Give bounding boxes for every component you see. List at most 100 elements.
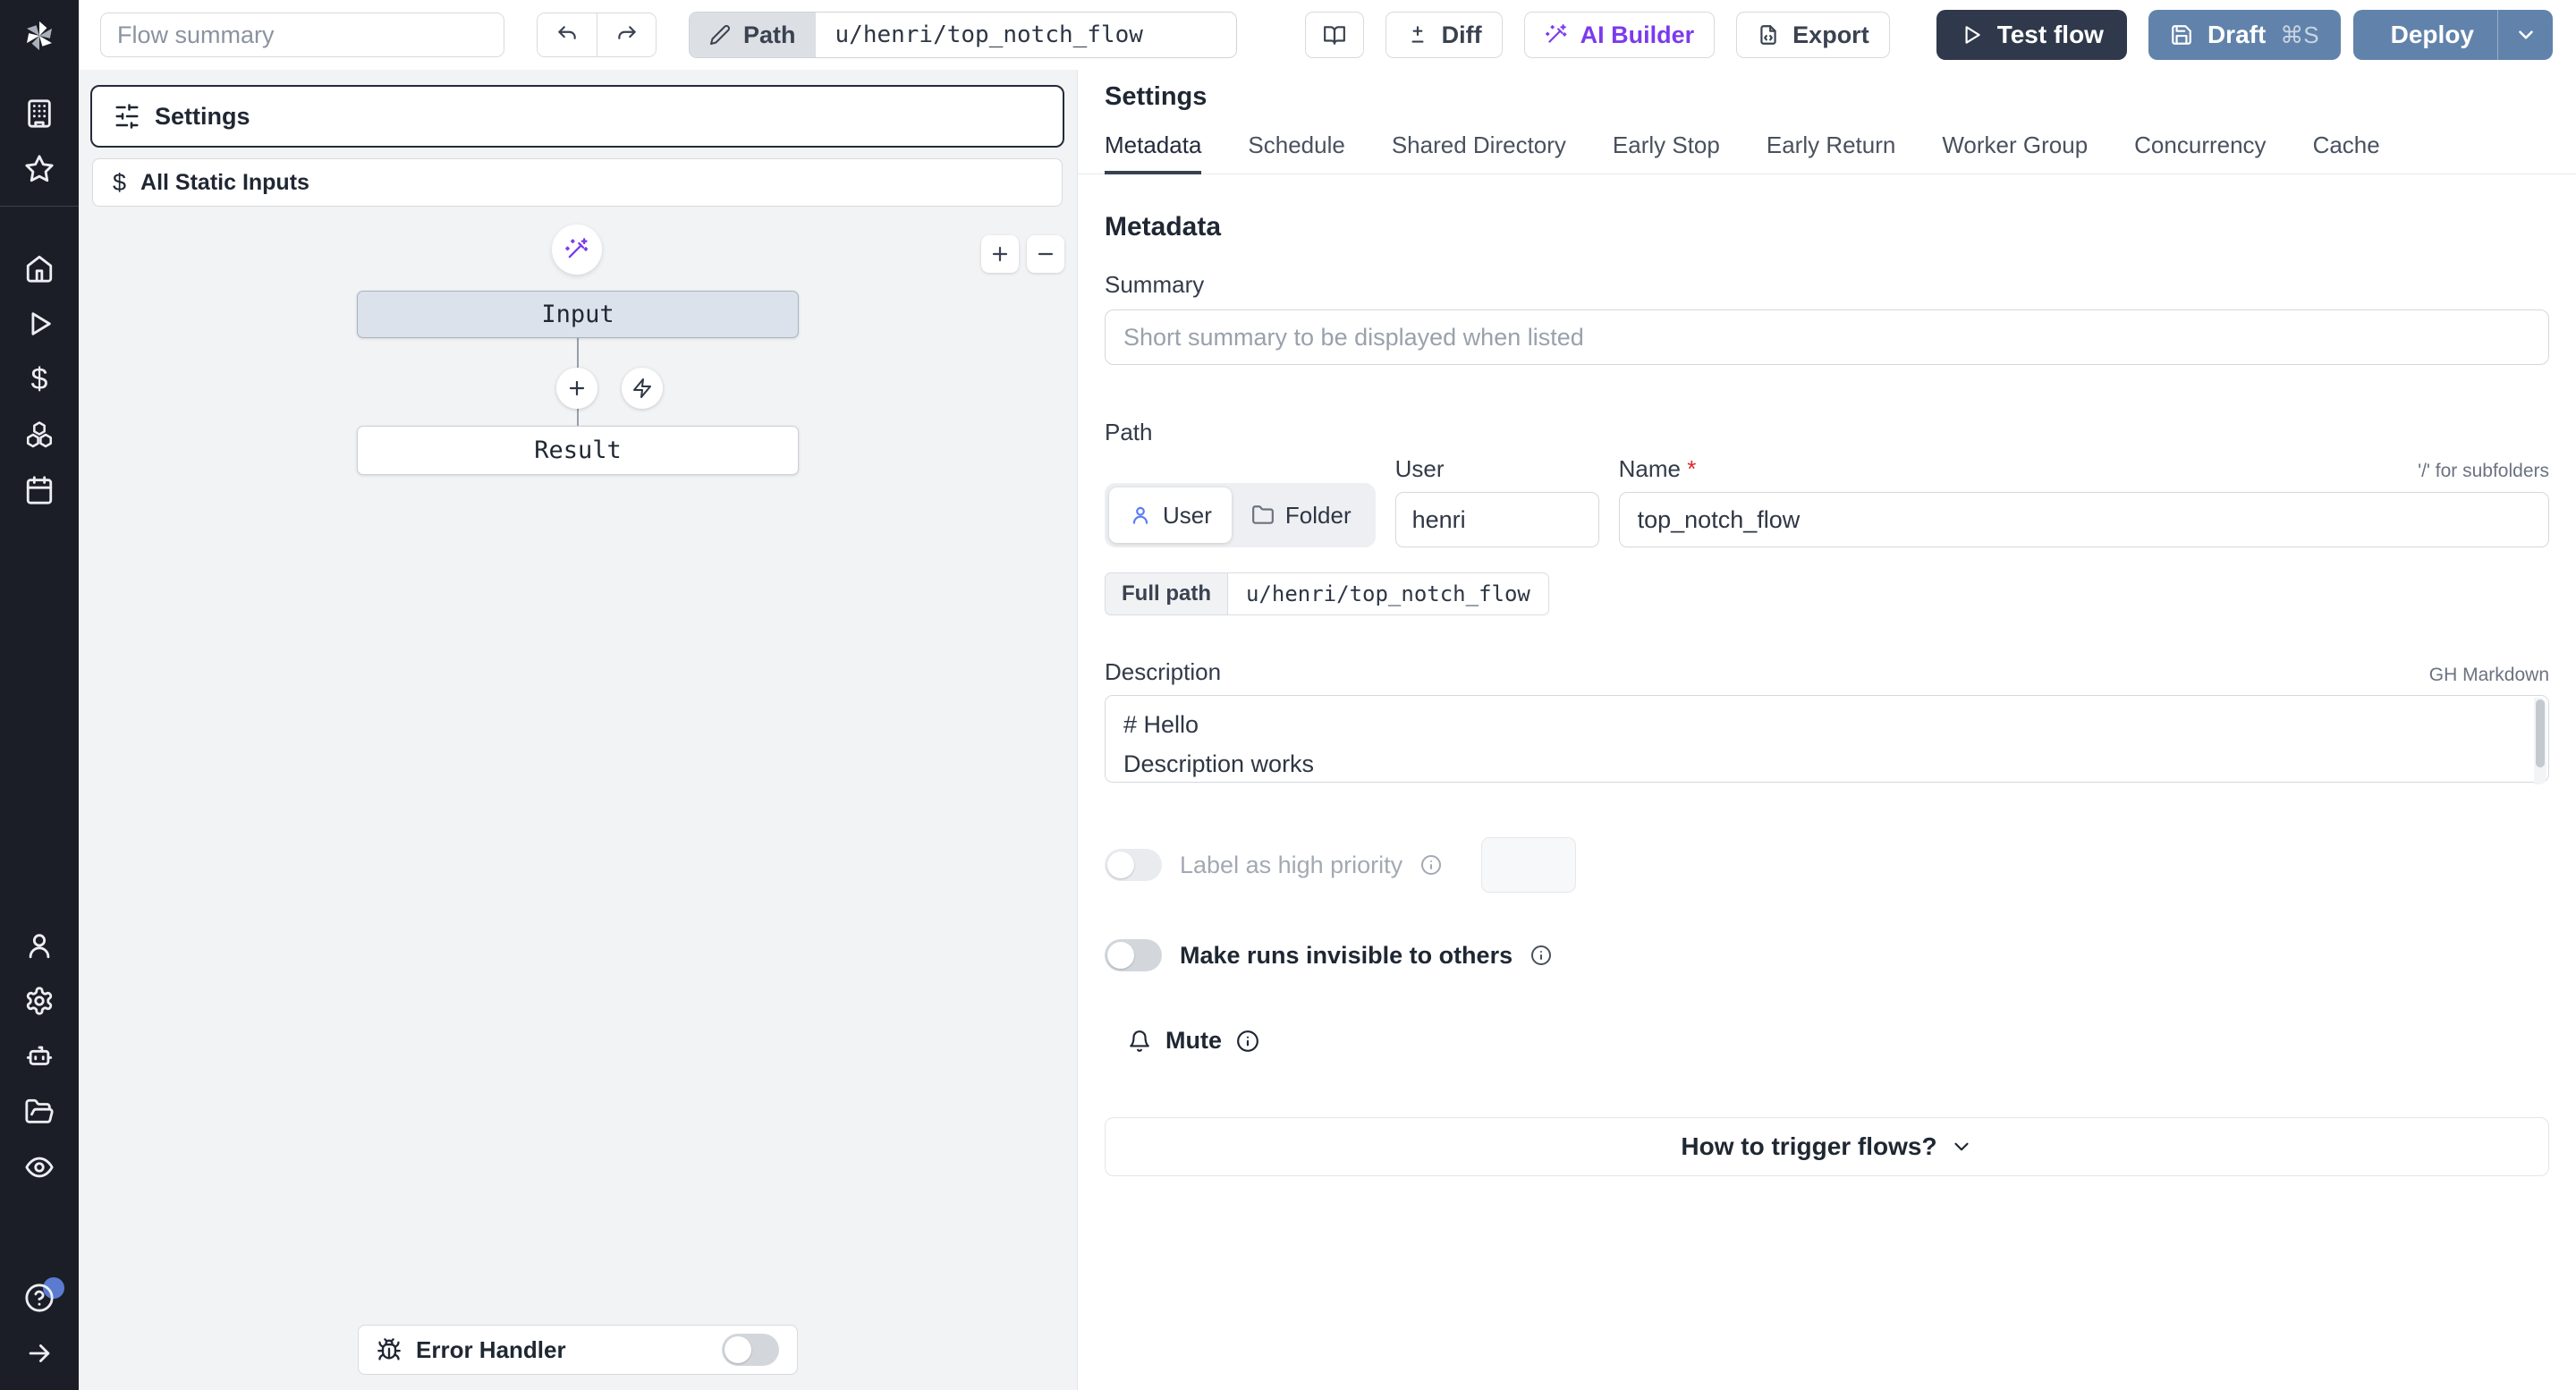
tab-concurrency[interactable]: Concurrency [2134, 131, 2266, 174]
folders-icon[interactable] [0, 1084, 79, 1140]
deploy-button-group: Deploy [2352, 10, 2553, 60]
high-priority-label: Label as high priority [1180, 851, 1403, 878]
diff-icon [1411, 26, 1424, 43]
bug-icon [377, 1338, 401, 1360]
help-button[interactable] [0, 1270, 79, 1326]
metadata-heading: Metadata [1105, 212, 1222, 242]
summary-input[interactable] [1105, 309, 2549, 365]
tab-schedule[interactable]: Schedule [1248, 131, 1344, 174]
play-icon [1965, 26, 1980, 44]
person-icon [1132, 506, 1148, 524]
test-flow-button[interactable]: Test flow [1936, 10, 2127, 60]
error-handler-node[interactable]: Error Handler [358, 1325, 798, 1375]
input-node[interactable]: Input [357, 291, 799, 338]
owner-kind-user[interactable]: User [1109, 487, 1232, 543]
full-path-value: u/henri/top_notch_flow [1226, 572, 1549, 615]
name-field[interactable] [1618, 492, 2549, 547]
info-icon[interactable] [1420, 854, 1442, 876]
path-section-label: Path [1105, 419, 1153, 445]
how-to-trigger-expander[interactable]: How to trigger flows? [1105, 1117, 2549, 1176]
editor-toolbar: Path u/henri/top_notch_flow Diff AI Buil… [79, 0, 2576, 70]
scrollbar-thumb[interactable] [2536, 699, 2545, 767]
markdown-hint: GH Markdown [2428, 665, 2549, 685]
info-icon[interactable] [1236, 1030, 1259, 1053]
windmill-logo-icon[interactable] [0, 0, 79, 72]
all-static-inputs-node[interactable]: $ All Static Inputs [92, 158, 1063, 207]
path-label: Path [743, 21, 796, 48]
user-field[interactable] [1394, 492, 1599, 547]
redo-icon [617, 26, 636, 39]
file-export-icon [1760, 25, 1776, 45]
required-asterisk: * [1687, 455, 1697, 482]
draft-button[interactable]: Draft ⌘S [2148, 10, 2341, 60]
zoom-out-button[interactable] [1027, 235, 1064, 273]
docs-button[interactable] [1304, 12, 1364, 58]
undo-redo-group [537, 13, 657, 57]
info-icon[interactable] [1530, 945, 1552, 966]
variables-icon[interactable]: $ [0, 352, 79, 407]
owner-kind-folder[interactable]: Folder [1232, 487, 1371, 543]
runs-icon[interactable] [0, 296, 79, 352]
textarea-scrollbar[interactable] [2534, 698, 2546, 784]
result-node[interactable]: Result [357, 426, 799, 475]
add-trigger-button[interactable] [622, 368, 663, 409]
flow-canvas: Settings $ All Static Inputs Input Resul… [79, 70, 1078, 1390]
flow-settings-node[interactable]: Settings [90, 85, 1064, 148]
user-icon[interactable] [0, 918, 79, 973]
diff-label: Diff [1441, 21, 1482, 48]
add-step-button[interactable] [556, 368, 597, 409]
tab-worker-group[interactable]: Worker Group [1942, 131, 2088, 174]
diff-button[interactable]: Diff [1385, 12, 1503, 58]
deploy-button[interactable]: Deploy [2353, 10, 2497, 60]
tab-shared-directory[interactable]: Shared Directory [1392, 131, 1566, 174]
schedules-icon[interactable] [0, 462, 79, 518]
workspace-icon[interactable] [0, 86, 79, 141]
invisible-runs-label: Make runs invisible to others [1180, 941, 1513, 969]
undo-button[interactable] [538, 13, 597, 56]
expand-sidebar-icon[interactable] [0, 1326, 79, 1381]
trigger-label: How to trigger flows? [1681, 1132, 1937, 1160]
zoom-in-button[interactable] [981, 235, 1019, 273]
resources-icon[interactable] [0, 407, 79, 462]
bell-icon [1130, 1030, 1149, 1052]
favorites-icon[interactable] [0, 141, 79, 197]
error-handler-toggle[interactable] [722, 1334, 779, 1366]
owner-kind-toggle: User Folder [1105, 483, 1376, 547]
test-flow-label: Test flow [1996, 21, 2104, 48]
high-priority-toggle[interactable] [1105, 849, 1162, 881]
path-control[interactable]: Path u/henri/top_notch_flow [689, 12, 1237, 58]
description-textarea[interactable]: # Hello Description works [1105, 695, 2549, 783]
settings-gear-icon[interactable] [0, 973, 79, 1029]
audit-eye-icon[interactable] [0, 1140, 79, 1195]
dollar-icon: $ [113, 168, 127, 196]
tab-early-stop[interactable]: Early Stop [1613, 131, 1720, 174]
ai-bot-icon[interactable] [0, 1029, 79, 1084]
full-path-badge: Full path [1105, 572, 1227, 615]
minus-icon [1038, 252, 1054, 256]
redo-button[interactable] [597, 13, 656, 56]
undo-icon [558, 26, 576, 39]
sliders-icon [115, 104, 139, 129]
error-handler-label: Error Handler [416, 1335, 566, 1363]
path-edit-segment[interactable]: Path [690, 13, 816, 57]
tab-cache[interactable]: Cache [2313, 131, 2380, 174]
description-label: Description [1105, 658, 1222, 685]
settings-panel-title: Settings [1105, 82, 1208, 111]
ai-suggest-button[interactable] [552, 225, 602, 275]
tab-metadata[interactable]: Metadata [1105, 131, 1202, 174]
flow-summary-input[interactable] [100, 13, 504, 57]
user-field-label: User [1394, 455, 1445, 482]
chevron-down-icon [1954, 1142, 1969, 1151]
deploy-options-button[interactable] [2497, 10, 2553, 60]
ai-builder-button[interactable]: AI Builder [1523, 12, 1716, 58]
sidebar-separator [0, 206, 79, 207]
save-icon [2172, 25, 2191, 45]
export-button[interactable]: Export [1736, 12, 1890, 58]
tab-early-return[interactable]: Early Return [1767, 131, 1896, 174]
home-icon[interactable] [0, 241, 79, 296]
mute-row[interactable]: Mute [1128, 1027, 2549, 1055]
owner-folder-label: Folder [1284, 501, 1352, 529]
name-field-label: Name * [1618, 455, 1697, 482]
draft-shortcut: ⌘S [2280, 21, 2319, 48]
invisible-runs-toggle[interactable] [1105, 939, 1162, 971]
